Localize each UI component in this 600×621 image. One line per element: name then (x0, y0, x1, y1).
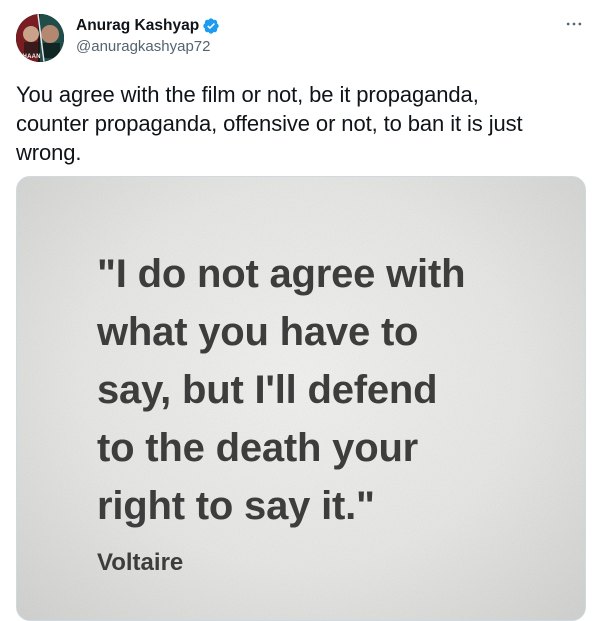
quote-line: "I do not agree with (97, 252, 466, 296)
quote-line: what you have to (97, 310, 419, 354)
tweet-text: You agree with the film or not, be it pr… (16, 80, 586, 167)
display-name[interactable]: Anurag Kashyap (76, 17, 199, 35)
avatar[interactable]: KHAAN (16, 14, 64, 62)
verified-badge-icon (202, 17, 220, 35)
tweet-text-line: wrong. (16, 140, 82, 165)
quote-line: say, but I'll defend (97, 368, 438, 412)
quote-line: to the death your (97, 426, 419, 470)
quote-text: "I do not agree with what you have to sa… (97, 245, 567, 535)
tweet-card: KHAAN Anurag Kashyap @anuragkashyap72 Yo… (0, 0, 600, 621)
tweet-header: Anurag Kashyap @anuragkashyap72 (76, 15, 220, 55)
more-options-icon (566, 22, 582, 26)
name-row: Anurag Kashyap (76, 15, 220, 36)
quote-attribution: Voltaire (97, 549, 184, 576)
avatar-caption: KHAAN (18, 54, 41, 60)
user-handle[interactable]: @anuragkashyap72 (76, 38, 220, 55)
quote-line: right to say it." (97, 484, 375, 528)
tweet-text-line: You agree with the film or not, be it pr… (16, 82, 479, 107)
tweet-text-line: counter propaganda, offensive or not, to… (16, 111, 523, 136)
tweet-media-image[interactable]: "I do not agree with what you have to sa… (16, 176, 586, 621)
more-options-button[interactable] (562, 14, 586, 34)
